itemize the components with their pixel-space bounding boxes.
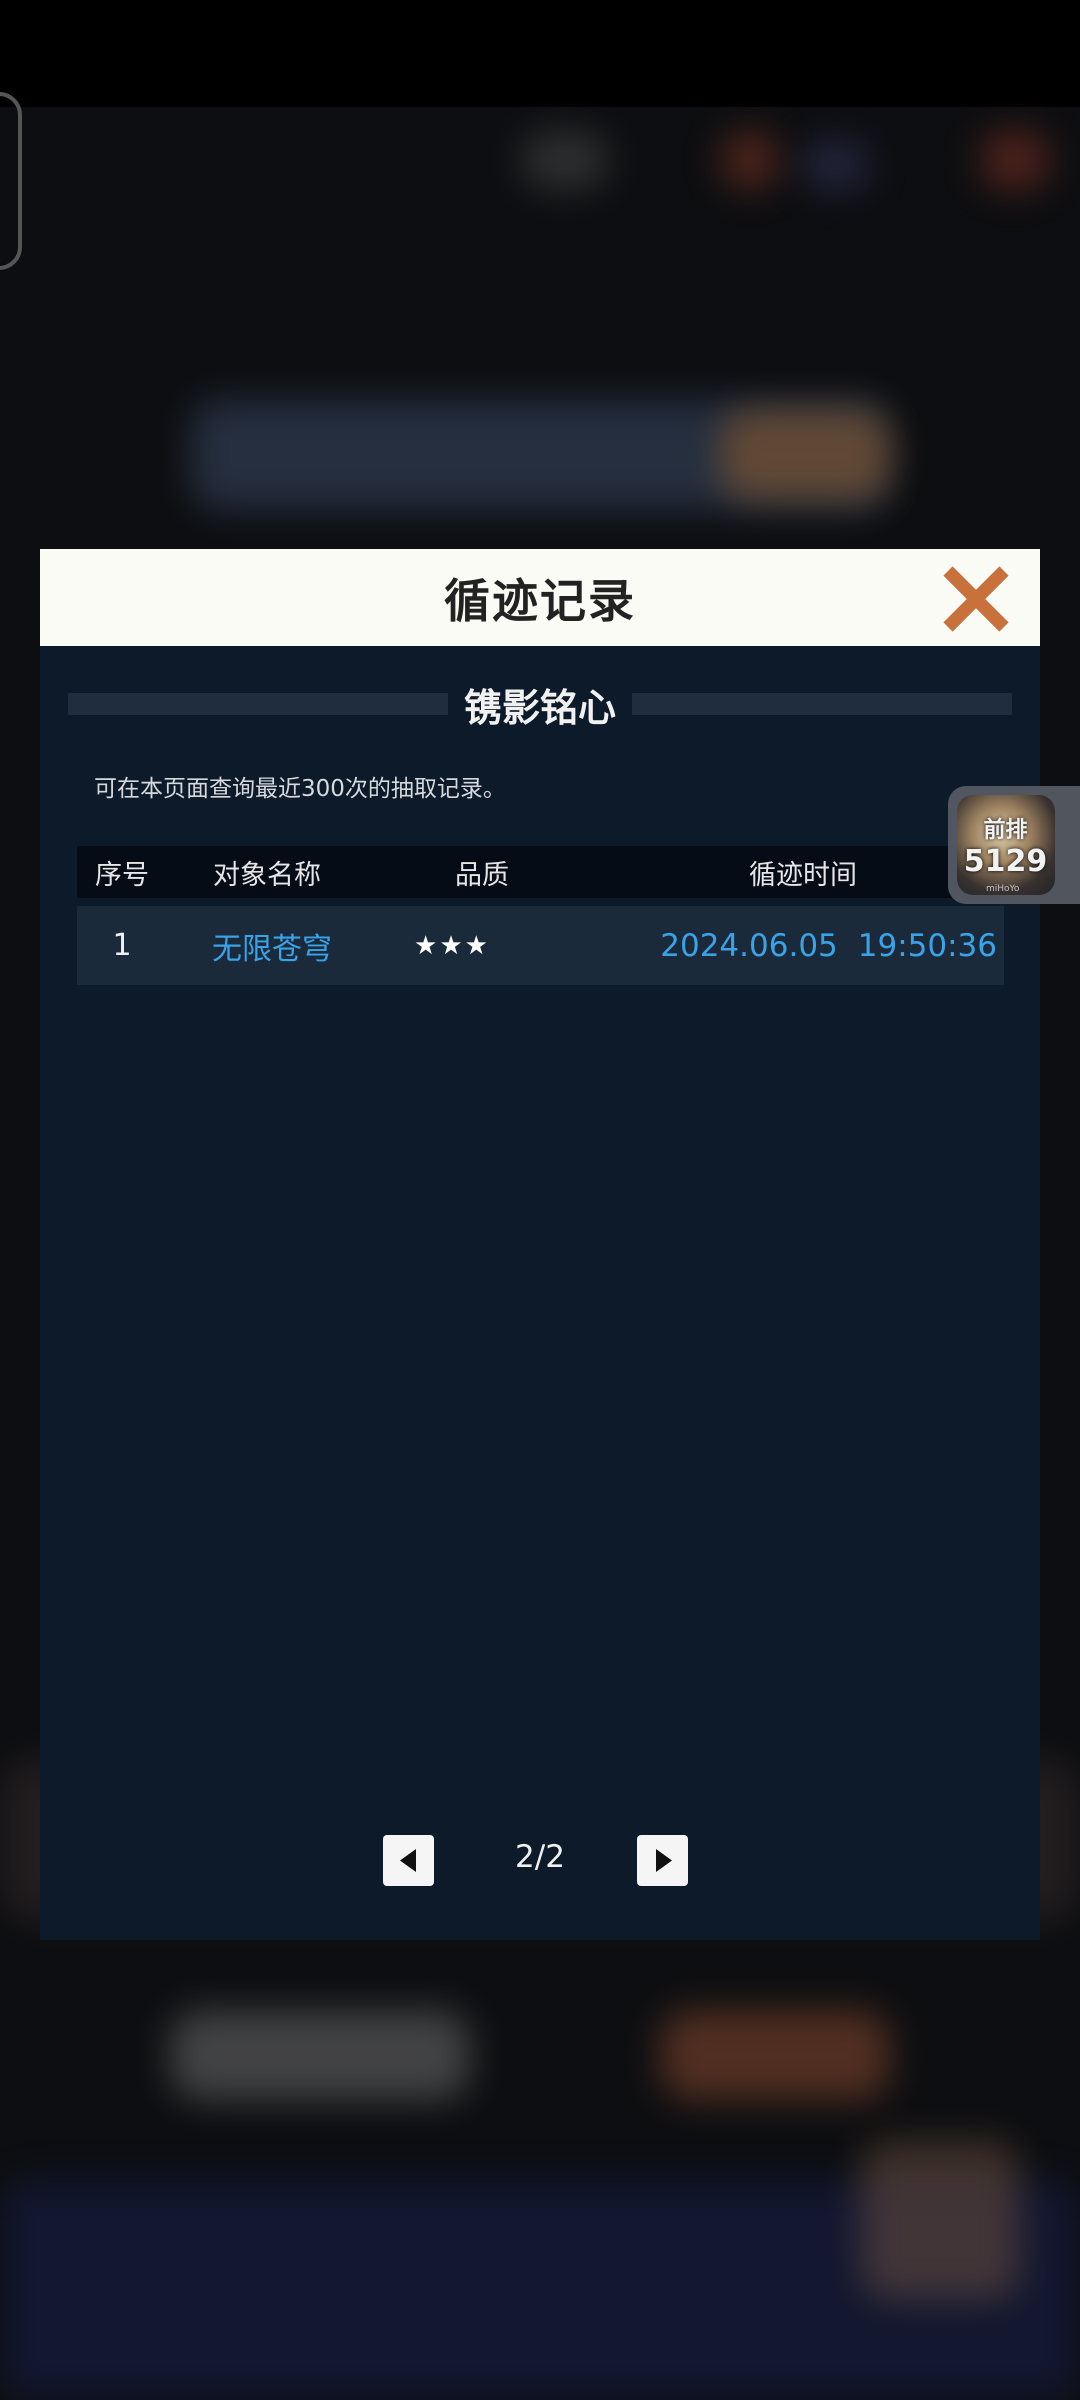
bg-blur-shape [170, 2010, 470, 2100]
row-date: 2024.06.05 [660, 927, 838, 964]
table-header: 序号 对象名称 品质 循迹时间 [77, 846, 1004, 898]
triangle-right-icon [656, 1849, 672, 1872]
dialog-header: 循迹记录 [40, 549, 1040, 646]
edge-handle [0, 92, 22, 270]
table-row: 1 无限苍穹 ★★★ 2024.06.05 19:50:36 [77, 906, 1004, 985]
next-page-button[interactable] [637, 1835, 688, 1886]
history-dialog: 循迹记录 镌影铭心 可在本页面查询最近300次的抽取记录。 序号 对象名称 品质… [40, 549, 1040, 1940]
close-x-icon [943, 566, 1009, 632]
column-header-name: 对象名称 [213, 859, 321, 891]
bg-blur-shape [800, 140, 870, 190]
column-header-quality: 品质 [455, 859, 509, 891]
floating-rank-widget[interactable]: 前排 5129 miHoYo [948, 786, 1080, 904]
widget-label: 前排 [983, 818, 1028, 843]
triangle-left-icon [400, 1849, 416, 1872]
prev-page-button[interactable] [383, 1835, 434, 1886]
row-index: 1 [112, 928, 132, 963]
banner-title: 镌影铭心 [40, 677, 1040, 732]
bg-blur-shape [520, 130, 610, 190]
bg-blur-shape [980, 130, 1050, 190]
row-timestamp: 2024.06.05 19:50:36 [657, 906, 997, 985]
close-button[interactable] [940, 563, 1012, 635]
row-quality-stars: ★★★ [414, 930, 490, 961]
bg-blur-shape [660, 2010, 890, 2100]
page-indicator: 2/2 [515, 1839, 565, 1875]
column-header-time: 循迹时间 [749, 859, 857, 891]
row-time: 19:50:36 [857, 927, 997, 964]
bg-blur-shape [720, 130, 780, 190]
dialog-title: 循迹记录 [444, 573, 636, 628]
bg-blur-shape [720, 410, 890, 500]
status-bar [0, 0, 1080, 107]
row-item-name: 无限苍穹 [212, 931, 332, 967]
bg-blur-shape [860, 2140, 1020, 2300]
banner-title-text: 镌影铭心 [447, 686, 632, 730]
info-note: 可在本页面查询最近300次的抽取记录。 [94, 776, 506, 802]
widget-brand: miHoYo [986, 884, 1020, 894]
widget-number: 5129 [963, 844, 1048, 879]
column-header-index: 序号 [95, 859, 149, 891]
